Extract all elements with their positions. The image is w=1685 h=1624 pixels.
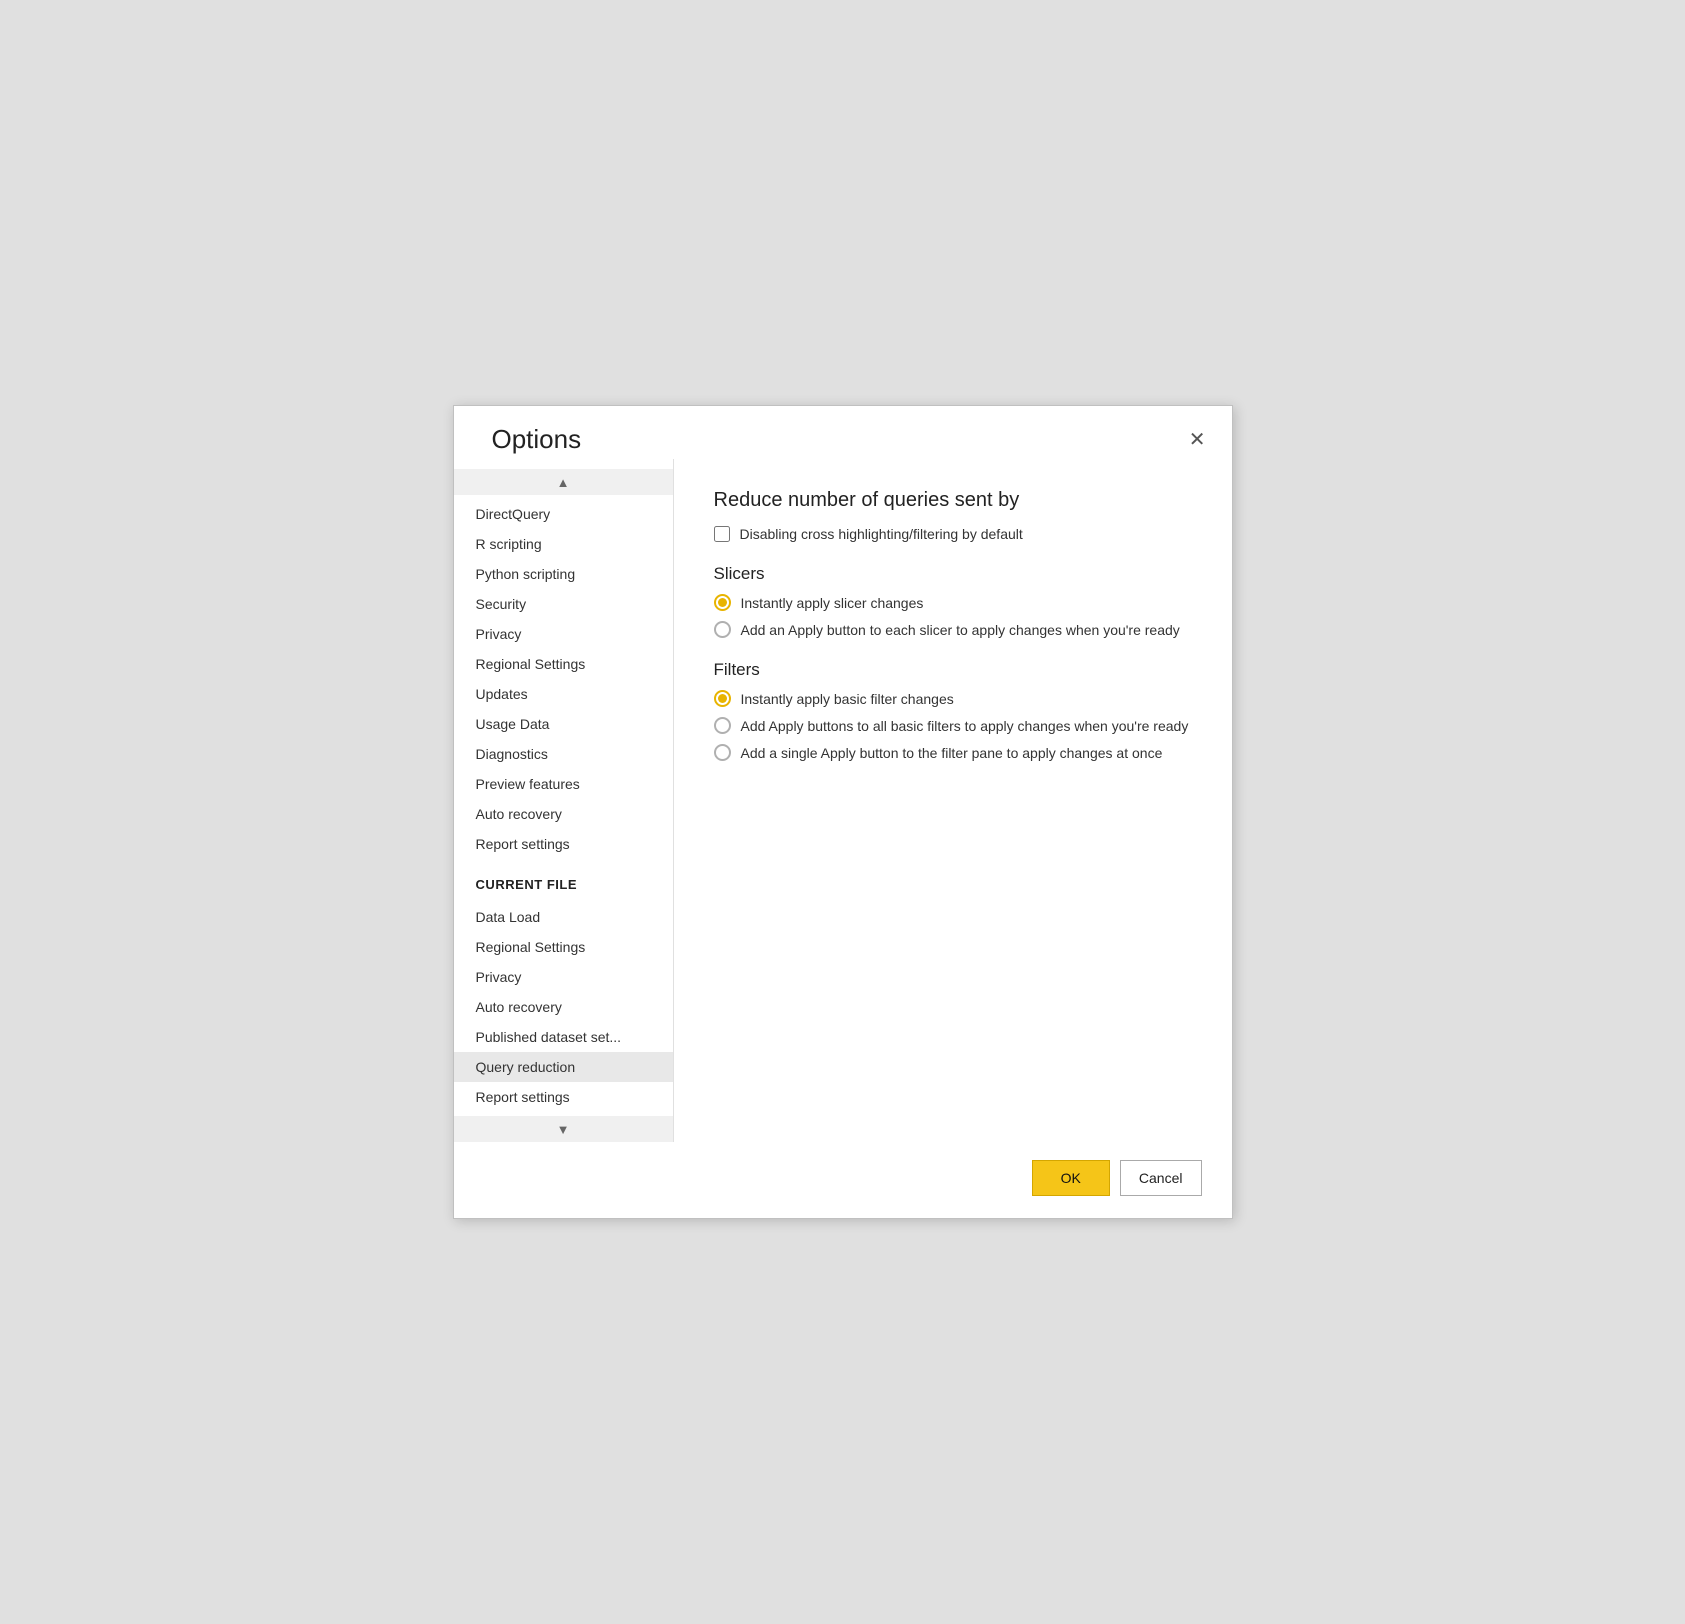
sidebar-item-global-10[interactable]: Auto recovery: [454, 799, 673, 829]
slicer-radio-label-0: Instantly apply slicer changes: [741, 595, 924, 611]
filter-radio-label-2: Add a single Apply button to the filter …: [741, 745, 1163, 761]
checkbox-cross-highlight-label[interactable]: Disabling cross highlighting/filtering b…: [740, 526, 1023, 542]
scroll-up-button[interactable]: ▲: [454, 469, 673, 495]
close-button[interactable]: ✕: [1183, 428, 1212, 452]
current-file-label: CURRENT FILE: [454, 863, 673, 898]
filter-radio-2[interactable]: [714, 744, 731, 761]
checkbox-cross-highlight-row: Disabling cross highlighting/filtering b…: [714, 526, 1192, 542]
filter-radio-label-0: Instantly apply basic filter changes: [741, 691, 954, 707]
sidebar-item-global-3[interactable]: Security: [454, 589, 673, 619]
dialog-footer: OK Cancel: [454, 1142, 1232, 1218]
checkbox-cross-highlight[interactable]: [714, 526, 730, 542]
titlebar: Options ✕: [454, 406, 1232, 459]
current-file-nav: Data LoadRegional SettingsPrivacyAuto re…: [454, 898, 673, 1116]
sidebar-item-global-5[interactable]: Regional Settings: [454, 649, 673, 679]
sidebar-item-current-3[interactable]: Auto recovery: [454, 992, 673, 1022]
sidebar-item-current-2[interactable]: Privacy: [454, 962, 673, 992]
dialog-title: Options: [492, 424, 582, 455]
slicer-radio-1[interactable]: [714, 621, 731, 638]
sidebar-scroll[interactable]: DirectQueryR scriptingPython scriptingSe…: [454, 495, 673, 1116]
filter-radio-0[interactable]: [714, 690, 731, 707]
slicer-radio-0[interactable]: [714, 594, 731, 611]
sidebar-item-global-4[interactable]: Privacy: [454, 619, 673, 649]
sidebar-item-current-5[interactable]: Query reduction: [454, 1052, 673, 1082]
sidebar-item-current-0[interactable]: Data Load: [454, 902, 673, 932]
sidebar-item-global-6[interactable]: Updates: [454, 679, 673, 709]
slicer-radio-label-1: Add an Apply button to each slicer to ap…: [741, 622, 1180, 638]
cancel-button[interactable]: Cancel: [1120, 1160, 1202, 1196]
content-panel: Reduce number of queries sent by Disabli…: [674, 459, 1232, 1142]
sidebar-item-global-7[interactable]: Usage Data: [454, 709, 673, 739]
slicer-radio-row-0: Instantly apply slicer changes: [714, 594, 1192, 611]
scroll-down-button[interactable]: ▼: [454, 1116, 673, 1142]
options-dialog: Options ✕ ▲ DirectQueryR scriptingPython…: [453, 405, 1233, 1219]
content-heading: Reduce number of queries sent by: [714, 489, 1192, 512]
sidebar-item-current-4[interactable]: Published dataset set...: [454, 1022, 673, 1052]
slicers-heading: Slicers: [714, 564, 1192, 584]
filters-heading: Filters: [714, 660, 1192, 680]
ok-button[interactable]: OK: [1032, 1160, 1110, 1196]
filter-radio-row-1: Add Apply buttons to all basic filters t…: [714, 717, 1192, 734]
filter-radio-row-0: Instantly apply basic filter changes: [714, 690, 1192, 707]
filter-radio-1[interactable]: [714, 717, 731, 734]
sidebar-item-current-1[interactable]: Regional Settings: [454, 932, 673, 962]
sidebar-item-global-0[interactable]: DirectQuery: [454, 499, 673, 529]
sidebar-item-current-6[interactable]: Report settings: [454, 1082, 673, 1112]
sidebar: ▲ DirectQueryR scriptingPython scripting…: [454, 459, 674, 1142]
filter-radio-row-2: Add a single Apply button to the filter …: [714, 744, 1192, 761]
dialog-body: ▲ DirectQueryR scriptingPython scripting…: [454, 459, 1232, 1142]
sidebar-item-global-2[interactable]: Python scripting: [454, 559, 673, 589]
sidebar-item-global-11[interactable]: Report settings: [454, 829, 673, 859]
global-nav: DirectQueryR scriptingPython scriptingSe…: [454, 495, 673, 863]
filter-radio-label-1: Add Apply buttons to all basic filters t…: [741, 718, 1189, 734]
sidebar-item-global-8[interactable]: Diagnostics: [454, 739, 673, 769]
sidebar-item-global-1[interactable]: R scripting: [454, 529, 673, 559]
slicer-radio-row-1: Add an Apply button to each slicer to ap…: [714, 621, 1192, 638]
sidebar-item-global-9[interactable]: Preview features: [454, 769, 673, 799]
